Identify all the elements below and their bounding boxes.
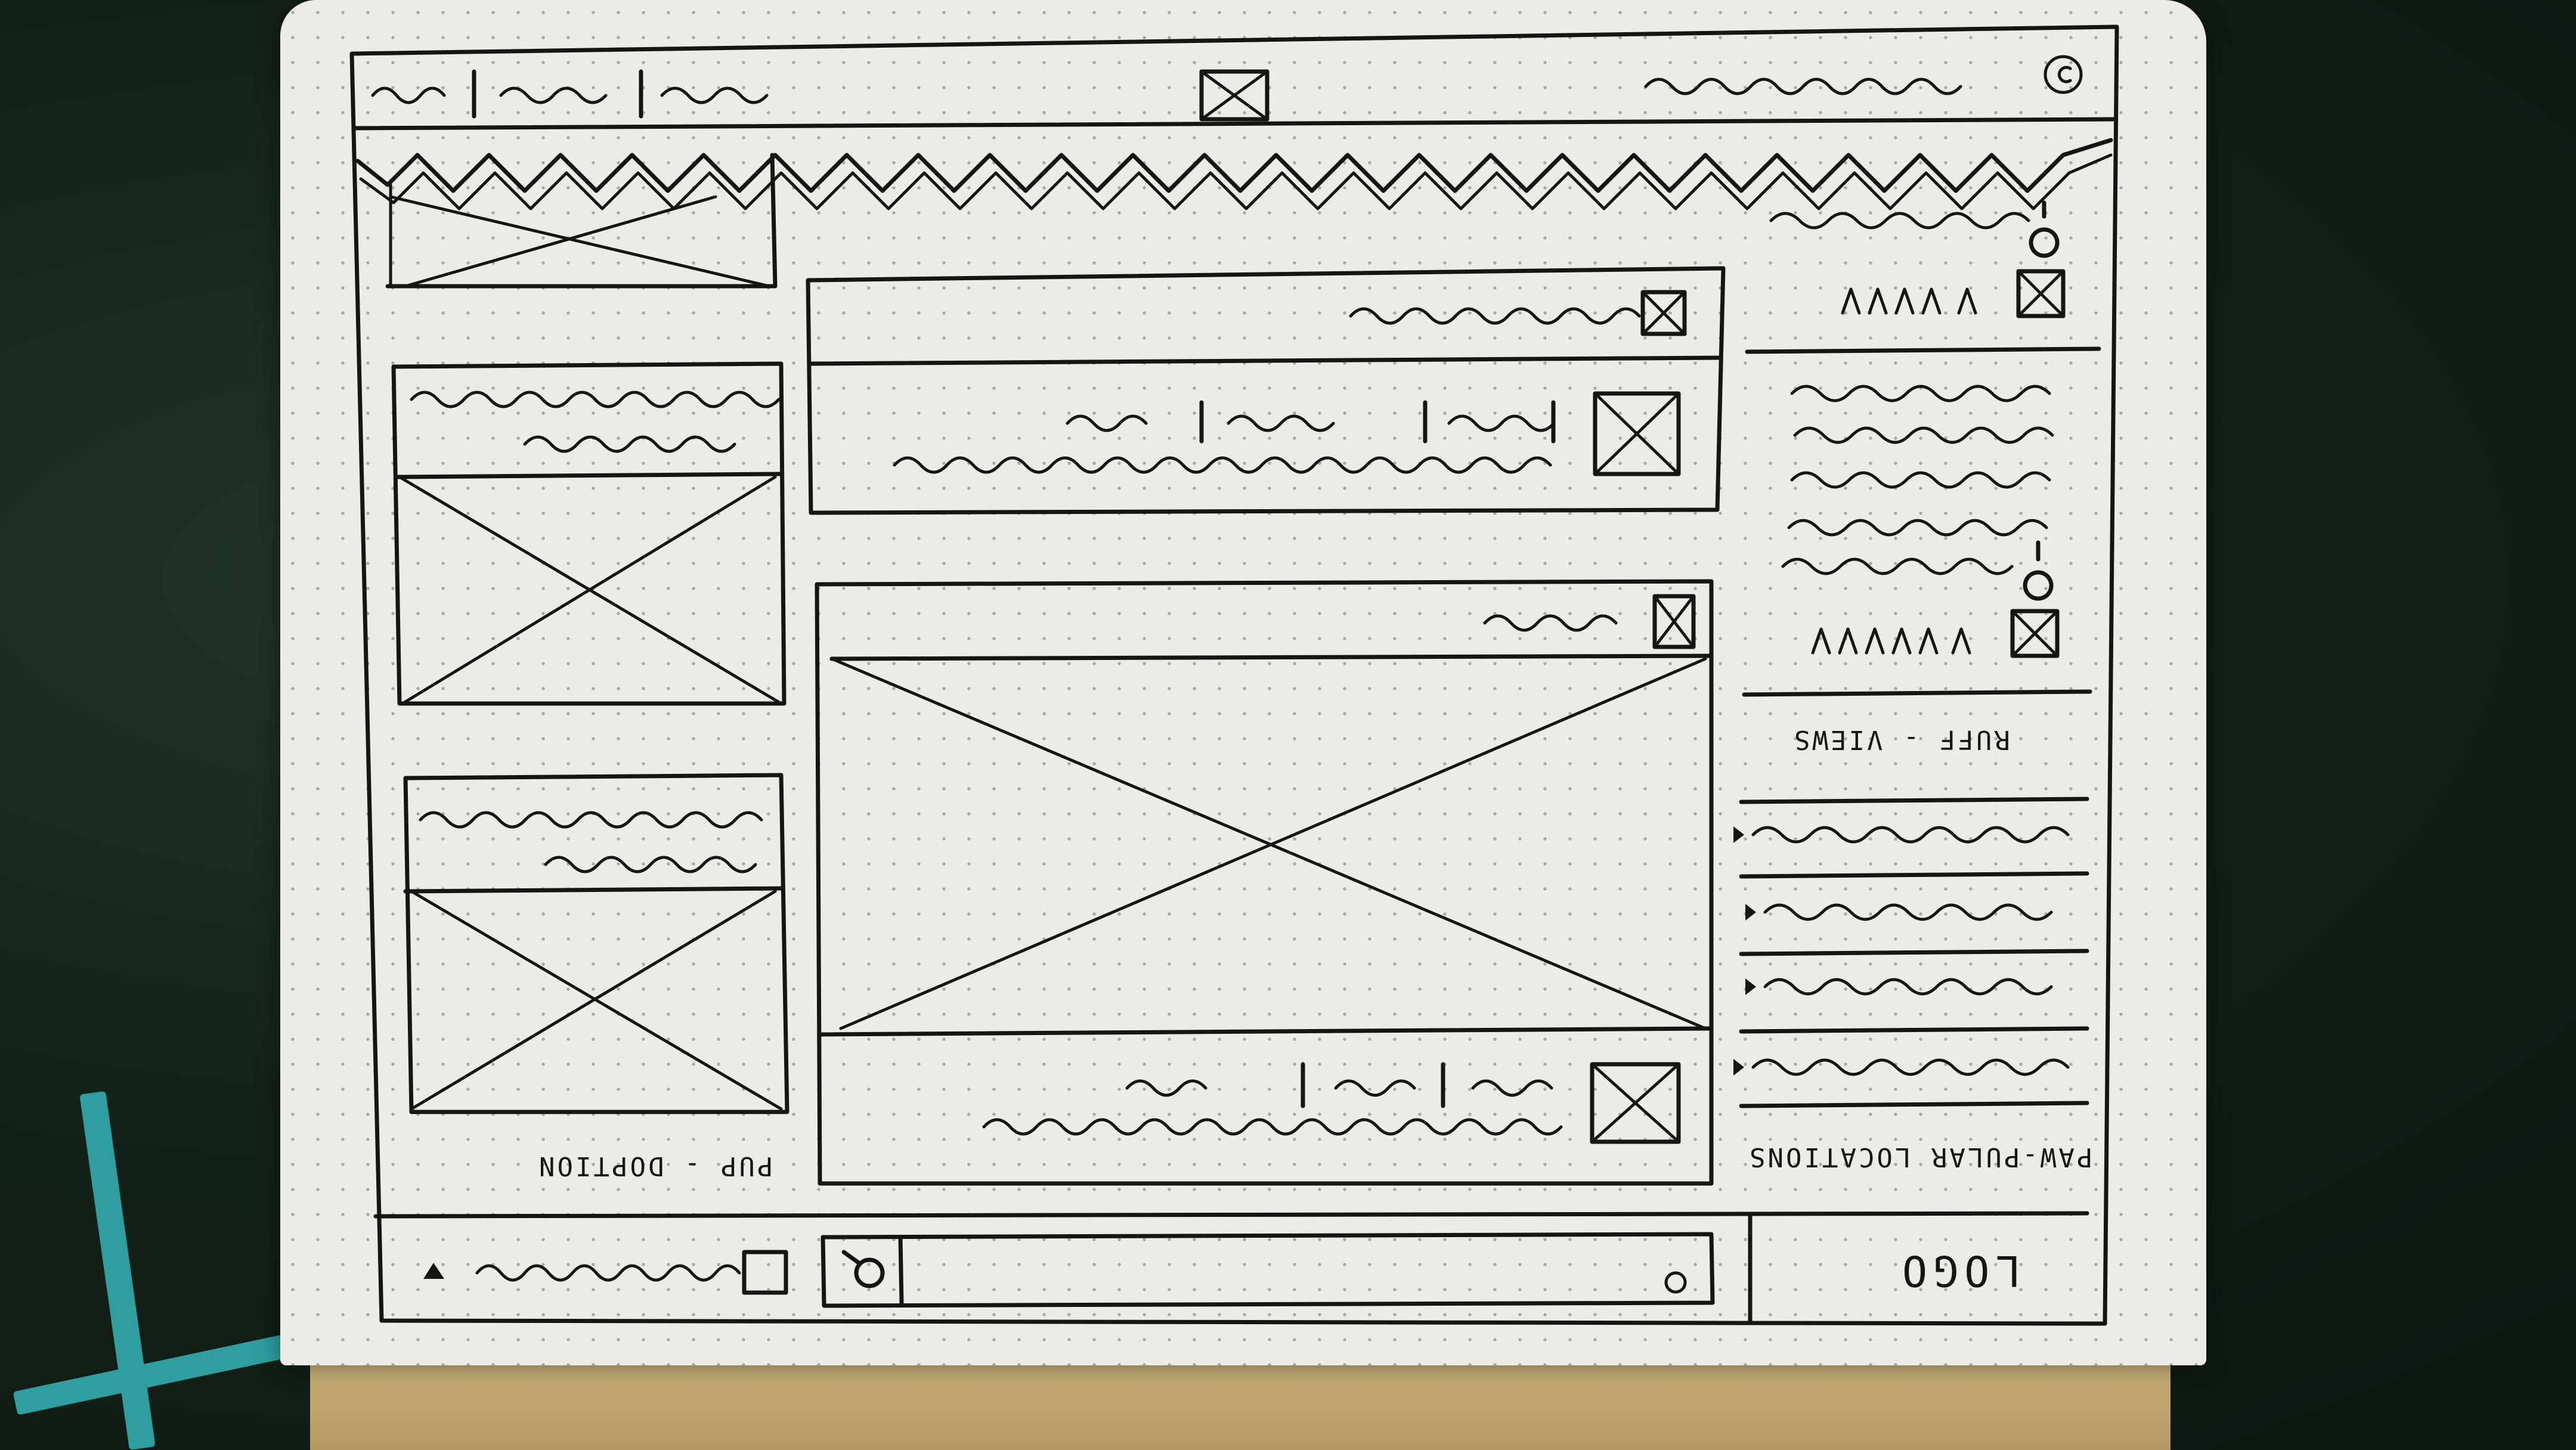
page-frame <box>349 24 2119 1326</box>
location-pin-icon <box>2023 540 2054 601</box>
logo[interactable]: LOGO <box>1896 1246 2021 1295</box>
ruff-view-entry <box>1781 385 2060 658</box>
feed-post <box>815 579 1714 1186</box>
image-placeholder-icon <box>1590 1062 1681 1144</box>
ruff-view-entry <box>1769 200 2066 318</box>
search-input-knob-icon <box>1664 1271 1687 1294</box>
ruff-views-separator <box>1745 346 2101 354</box>
paw-pular-locations-title: PAW-PULAR LOCATIONS <box>1747 1142 2093 1172</box>
header-bar <box>373 1211 2089 1219</box>
feed-post <box>806 266 1726 515</box>
search-input <box>821 1232 1715 1308</box>
image-placeholder-icon <box>1652 594 1696 649</box>
footer-links <box>371 69 769 119</box>
rating-stars <box>1811 627 1971 655</box>
footer-copyright-text-scribble <box>1644 78 1962 95</box>
image-placeholder-icon <box>1199 69 1270 122</box>
search-icon <box>841 1250 885 1288</box>
pup-doption-card <box>391 361 787 706</box>
ruff-views-title: RUFF - VIEWS <box>1792 724 2010 755</box>
ruff-views-divider <box>1742 689 2092 697</box>
pup-doption-title: PUP - DOPTION <box>537 1151 773 1181</box>
user-menu-scribble <box>475 1264 741 1282</box>
paw-pular-locations-list <box>1733 797 2089 1108</box>
checkbox-icon <box>742 1250 788 1295</box>
caret-down-icon <box>423 1263 444 1279</box>
rating-stars <box>1841 287 1977 315</box>
torn-edge <box>355 138 2113 210</box>
pup-doption-card <box>403 773 789 1114</box>
post-image <box>829 653 1714 1030</box>
image-placeholder-icon <box>1640 290 1687 336</box>
image-placeholder-icon <box>1593 391 1681 476</box>
wireframe-sketch <box>349 24 2119 1326</box>
location-pin-icon <box>2029 200 2060 258</box>
copyright-icon <box>2044 55 2083 94</box>
